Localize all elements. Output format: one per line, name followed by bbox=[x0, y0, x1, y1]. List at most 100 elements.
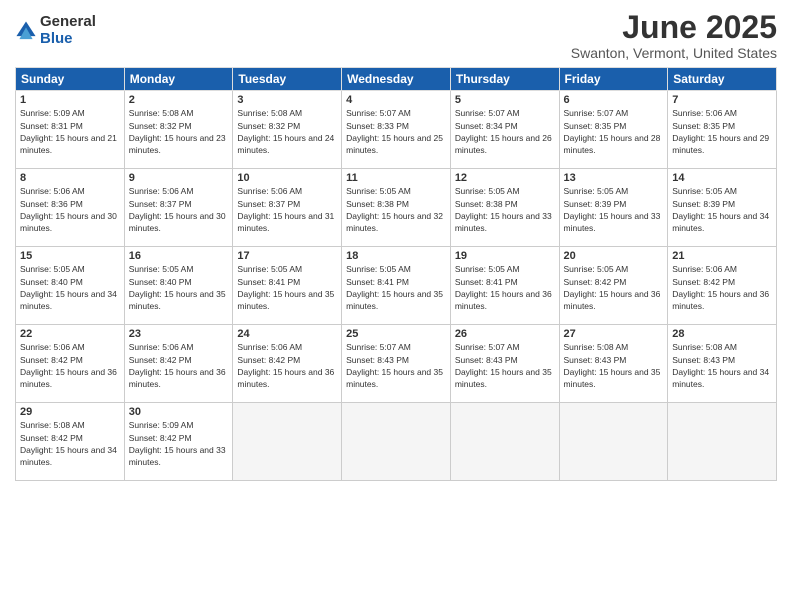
day-info: Sunrise: 5:05 AM Sunset: 8:40 PM Dayligh… bbox=[129, 263, 229, 312]
table-row: 13 Sunrise: 5:05 AM Sunset: 8:39 PM Dayl… bbox=[559, 169, 668, 247]
day-info: Sunrise: 5:06 AM Sunset: 8:35 PM Dayligh… bbox=[672, 107, 772, 156]
sunrise-time: Sunrise: 5:08 AM bbox=[129, 108, 194, 118]
calendar-week-row: 8 Sunrise: 5:06 AM Sunset: 8:36 PM Dayli… bbox=[16, 169, 777, 247]
sunrise-time: Sunrise: 5:05 AM bbox=[129, 264, 194, 274]
day-number: 7 bbox=[672, 94, 772, 106]
table-row: 28 Sunrise: 5:08 AM Sunset: 8:43 PM Dayl… bbox=[668, 325, 777, 403]
day-number: 25 bbox=[346, 328, 446, 340]
logo-blue: Blue bbox=[40, 31, 96, 48]
day-info: Sunrise: 5:08 AM Sunset: 8:43 PM Dayligh… bbox=[564, 341, 664, 390]
sunset-time: Sunset: 8:42 PM bbox=[129, 433, 192, 443]
table-row: 23 Sunrise: 5:06 AM Sunset: 8:42 PM Dayl… bbox=[124, 325, 233, 403]
day-number: 3 bbox=[237, 94, 337, 106]
table-row: 3 Sunrise: 5:08 AM Sunset: 8:32 PM Dayli… bbox=[233, 91, 342, 169]
sunset-time: Sunset: 8:43 PM bbox=[455, 355, 518, 365]
sunset-time: Sunset: 8:38 PM bbox=[346, 199, 409, 209]
table-row: 25 Sunrise: 5:07 AM Sunset: 8:43 PM Dayl… bbox=[342, 325, 451, 403]
day-info: Sunrise: 5:06 AM Sunset: 8:42 PM Dayligh… bbox=[129, 341, 229, 390]
day-number: 24 bbox=[237, 328, 337, 340]
daylight-hours: Daylight: 15 hours and 35 minutes. bbox=[346, 289, 443, 311]
sunrise-time: Sunrise: 5:05 AM bbox=[672, 186, 737, 196]
table-row: 4 Sunrise: 5:07 AM Sunset: 8:33 PM Dayli… bbox=[342, 91, 451, 169]
location-title: Swanton, Vermont, United States bbox=[571, 45, 777, 61]
day-info: Sunrise: 5:05 AM Sunset: 8:41 PM Dayligh… bbox=[455, 263, 555, 312]
day-number: 12 bbox=[455, 172, 555, 184]
daylight-hours: Daylight: 15 hours and 30 minutes. bbox=[129, 211, 226, 233]
daylight-hours: Daylight: 15 hours and 36 minutes. bbox=[20, 367, 117, 389]
sunrise-time: Sunrise: 5:06 AM bbox=[237, 342, 302, 352]
sunrise-time: Sunrise: 5:06 AM bbox=[20, 186, 85, 196]
sunset-time: Sunset: 8:39 PM bbox=[672, 199, 735, 209]
day-info: Sunrise: 5:06 AM Sunset: 8:37 PM Dayligh… bbox=[129, 185, 229, 234]
calendar-week-row: 1 Sunrise: 5:09 AM Sunset: 8:31 PM Dayli… bbox=[16, 91, 777, 169]
daylight-hours: Daylight: 15 hours and 34 minutes. bbox=[20, 289, 117, 311]
calendar-header-row: Sunday Monday Tuesday Wednesday Thursday… bbox=[16, 68, 777, 91]
sunrise-time: Sunrise: 5:06 AM bbox=[672, 108, 737, 118]
sunrise-time: Sunrise: 5:08 AM bbox=[20, 420, 85, 430]
sunrise-time: Sunrise: 5:05 AM bbox=[455, 186, 520, 196]
page: General Blue June 2025 Swanton, Vermont,… bbox=[0, 0, 792, 612]
day-number: 23 bbox=[129, 328, 229, 340]
day-info: Sunrise: 5:05 AM Sunset: 8:38 PM Dayligh… bbox=[455, 185, 555, 234]
table-row bbox=[233, 403, 342, 481]
day-number: 28 bbox=[672, 328, 772, 340]
day-number: 8 bbox=[20, 172, 120, 184]
table-row: 19 Sunrise: 5:05 AM Sunset: 8:41 PM Dayl… bbox=[450, 247, 559, 325]
table-row: 1 Sunrise: 5:09 AM Sunset: 8:31 PM Dayli… bbox=[16, 91, 125, 169]
day-info: Sunrise: 5:09 AM Sunset: 8:31 PM Dayligh… bbox=[20, 107, 120, 156]
day-number: 13 bbox=[564, 172, 664, 184]
daylight-hours: Daylight: 15 hours and 36 minutes. bbox=[129, 367, 226, 389]
col-sunday: Sunday bbox=[16, 68, 125, 91]
table-row: 12 Sunrise: 5:05 AM Sunset: 8:38 PM Dayl… bbox=[450, 169, 559, 247]
day-number: 10 bbox=[237, 172, 337, 184]
sunrise-time: Sunrise: 5:05 AM bbox=[237, 264, 302, 274]
month-title: June 2025 bbox=[571, 10, 777, 45]
day-info: Sunrise: 5:07 AM Sunset: 8:43 PM Dayligh… bbox=[455, 341, 555, 390]
day-number: 30 bbox=[129, 406, 229, 418]
table-row: 9 Sunrise: 5:06 AM Sunset: 8:37 PM Dayli… bbox=[124, 169, 233, 247]
day-number: 21 bbox=[672, 250, 772, 262]
sunrise-time: Sunrise: 5:06 AM bbox=[20, 342, 85, 352]
sunrise-time: Sunrise: 5:05 AM bbox=[564, 186, 629, 196]
sunset-time: Sunset: 8:39 PM bbox=[564, 199, 627, 209]
sunset-time: Sunset: 8:43 PM bbox=[672, 355, 735, 365]
logo-text: General Blue bbox=[40, 14, 96, 47]
col-thursday: Thursday bbox=[450, 68, 559, 91]
sunrise-time: Sunrise: 5:05 AM bbox=[346, 186, 411, 196]
sunrise-time: Sunrise: 5:08 AM bbox=[237, 108, 302, 118]
col-wednesday: Wednesday bbox=[342, 68, 451, 91]
table-row: 11 Sunrise: 5:05 AM Sunset: 8:38 PM Dayl… bbox=[342, 169, 451, 247]
sunset-time: Sunset: 8:40 PM bbox=[20, 277, 83, 287]
sunset-time: Sunset: 8:43 PM bbox=[564, 355, 627, 365]
table-row: 20 Sunrise: 5:05 AM Sunset: 8:42 PM Dayl… bbox=[559, 247, 668, 325]
daylight-hours: Daylight: 15 hours and 21 minutes. bbox=[20, 133, 117, 155]
sunrise-time: Sunrise: 5:08 AM bbox=[672, 342, 737, 352]
day-info: Sunrise: 5:06 AM Sunset: 8:42 PM Dayligh… bbox=[237, 341, 337, 390]
day-number: 16 bbox=[129, 250, 229, 262]
sunrise-time: Sunrise: 5:05 AM bbox=[564, 264, 629, 274]
daylight-hours: Daylight: 15 hours and 36 minutes. bbox=[237, 367, 334, 389]
table-row: 29 Sunrise: 5:08 AM Sunset: 8:42 PM Dayl… bbox=[16, 403, 125, 481]
daylight-hours: Daylight: 15 hours and 34 minutes. bbox=[672, 367, 769, 389]
day-info: Sunrise: 5:06 AM Sunset: 8:42 PM Dayligh… bbox=[672, 263, 772, 312]
sunset-time: Sunset: 8:40 PM bbox=[129, 277, 192, 287]
day-info: Sunrise: 5:07 AM Sunset: 8:35 PM Dayligh… bbox=[564, 107, 664, 156]
day-info: Sunrise: 5:05 AM Sunset: 8:38 PM Dayligh… bbox=[346, 185, 446, 234]
daylight-hours: Daylight: 15 hours and 35 minutes. bbox=[237, 289, 334, 311]
day-number: 14 bbox=[672, 172, 772, 184]
calendar-week-row: 15 Sunrise: 5:05 AM Sunset: 8:40 PM Dayl… bbox=[16, 247, 777, 325]
day-number: 9 bbox=[129, 172, 229, 184]
logo: General Blue bbox=[15, 14, 96, 47]
sunrise-time: Sunrise: 5:05 AM bbox=[455, 264, 520, 274]
table-row bbox=[668, 403, 777, 481]
table-row: 6 Sunrise: 5:07 AM Sunset: 8:35 PM Dayli… bbox=[559, 91, 668, 169]
sunset-time: Sunset: 8:33 PM bbox=[346, 121, 409, 131]
sunset-time: Sunset: 8:32 PM bbox=[237, 121, 300, 131]
sunrise-time: Sunrise: 5:06 AM bbox=[672, 264, 737, 274]
day-info: Sunrise: 5:07 AM Sunset: 8:43 PM Dayligh… bbox=[346, 341, 446, 390]
sunset-time: Sunset: 8:42 PM bbox=[129, 355, 192, 365]
day-info: Sunrise: 5:05 AM Sunset: 8:39 PM Dayligh… bbox=[564, 185, 664, 234]
title-area: June 2025 Swanton, Vermont, United State… bbox=[571, 10, 777, 61]
sunrise-time: Sunrise: 5:07 AM bbox=[346, 342, 411, 352]
day-info: Sunrise: 5:07 AM Sunset: 8:33 PM Dayligh… bbox=[346, 107, 446, 156]
